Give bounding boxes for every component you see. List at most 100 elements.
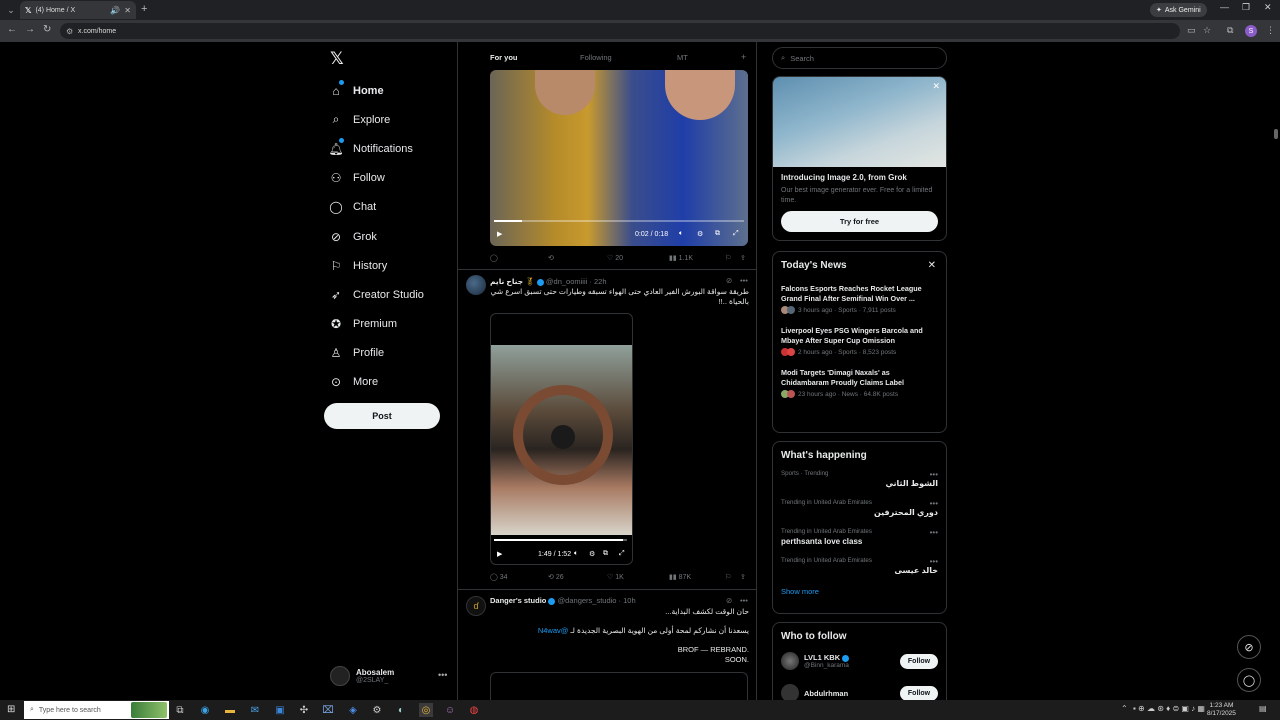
nav-history[interactable]: ⚐ History — [329, 251, 424, 280]
post-time[interactable]: 10h — [623, 596, 636, 605]
nav-more[interactable]: ⊙ More — [329, 368, 424, 397]
x-logo-icon[interactable]: 𝕏 — [330, 49, 344, 69]
play-icon[interactable]: ▶ — [497, 230, 502, 238]
author-handle[interactable]: @dangers_studio — [558, 596, 617, 605]
file-explorer-icon[interactable]: ▬ — [223, 703, 237, 717]
author-name[interactable]: جناح نايم — [490, 277, 523, 286]
site-info-icon[interactable]: ⚙ — [66, 27, 73, 36]
task-view-icon[interactable]: ⧉ — [173, 703, 187, 717]
trend-item[interactable]: Trending in United Arab Emirates دوري ال… — [781, 499, 938, 517]
discord-icon[interactable]: ☺ — [443, 703, 457, 717]
share-icon[interactable]: ⇪ — [740, 254, 746, 262]
back-icon[interactable]: ← — [7, 24, 17, 35]
author-handle[interactable]: @dn_oomiiii — [546, 277, 587, 286]
store-icon[interactable]: ▣ — [273, 703, 287, 717]
grok-icon[interactable]: ⊘ — [726, 276, 732, 285]
fullscreen-icon[interactable]: ⤢ — [733, 230, 739, 238]
close-icon[interactable]: ✕ — [932, 81, 940, 92]
grok-icon[interactable]: ⊘ — [726, 596, 732, 605]
browser-profile-avatar[interactable]: S — [1245, 25, 1257, 37]
taskbar-clock[interactable]: 1:23 AM 8/17/2025 — [1207, 702, 1236, 718]
url-field[interactable]: ⚙ x.com/home — [60, 23, 1180, 39]
maximize-icon[interactable]: ❐ — [1242, 2, 1250, 13]
play-icon[interactable]: ▶ — [497, 550, 502, 558]
messages-floating-icon[interactable]: ◯ — [1237, 668, 1261, 692]
app-icon[interactable]: ◍ — [467, 703, 481, 717]
reply-icon[interactable]: ◯ 34 — [490, 573, 508, 581]
account-more-icon[interactable]: ••• — [438, 670, 447, 680]
share-icon[interactable]: ⇪ — [740, 573, 746, 581]
show-more-link[interactable]: Show more — [781, 587, 938, 596]
trend-item[interactable]: Sports · Trending الشوط الثاني ••• — [781, 470, 938, 488]
tab-search-icon[interactable]: ⌄ — [3, 3, 19, 17]
post-more-icon[interactable]: ••• — [740, 596, 748, 605]
tab-custom[interactable]: MT — [677, 53, 688, 62]
cast-icon[interactable]: ▭ — [1187, 25, 1196, 36]
reload-icon[interactable]: ↻ — [43, 24, 51, 35]
volume-icon[interactable]: 🔈︎ — [574, 550, 578, 558]
reply-icon[interactable]: ◯ — [490, 254, 498, 262]
more-icon[interactable]: ••• — [930, 557, 938, 566]
mention-link[interactable]: @N4wav — [538, 626, 569, 635]
bookmark-icon[interactable]: ⚐ — [725, 254, 731, 262]
volume-icon[interactable]: 🔈︎ — [679, 230, 683, 238]
edge-icon[interactable]: ◉ — [198, 703, 212, 717]
more-icon[interactable]: ••• — [930, 499, 938, 508]
follow-suggestion[interactable]: Abdulrhman Follow — [781, 677, 938, 700]
settings-icon[interactable]: ⚙ — [589, 550, 595, 558]
avatar[interactable]: ɗ — [466, 596, 486, 616]
news-item[interactable]: Falcons Esports Reaches Rocket League Gr… — [781, 284, 938, 314]
like-icon[interactable]: ♡ 1K — [607, 573, 624, 581]
more-icon[interactable]: ••• — [930, 470, 938, 479]
nav-notifications[interactable]: 🔔︎ Notifications — [328, 134, 424, 163]
nav-chat[interactable]: ◯ Chat — [329, 193, 424, 222]
more-icon[interactable]: ••• — [930, 528, 938, 537]
app-icon[interactable]: ✣ — [297, 703, 311, 717]
post-time[interactable]: 22h — [594, 277, 607, 286]
search-input[interactable]: ⌕ Search — [772, 47, 947, 69]
taskbar-search-input[interactable]: ⌕ Type here to search — [24, 701, 169, 719]
bookmark-star-icon[interactable]: ☆ — [1203, 25, 1211, 36]
pip-icon[interactable]: ⧉ — [715, 230, 720, 238]
nav-explore[interactable]: ⌕ Explore — [329, 105, 424, 134]
bookmark-icon[interactable]: ⚐ — [725, 573, 731, 581]
settings-icon[interactable]: ⚙ — [370, 703, 384, 717]
app-icon[interactable]: ◈ — [346, 703, 360, 717]
steam-icon[interactable]: ◐ — [394, 703, 408, 717]
nav-creator-studio[interactable]: ➶ Creator Studio — [329, 280, 424, 309]
like-icon[interactable]: ♡ 20 — [607, 254, 623, 262]
avatar[interactable] — [466, 275, 486, 295]
repost-icon[interactable]: ⟲ — [548, 254, 554, 262]
trend-item[interactable]: Trending in United Arab Emirates خالد عي… — [781, 557, 938, 575]
nav-home[interactable]: ⌂ Home — [329, 76, 424, 105]
ask-gemini-button[interactable]: ✦ Ask Gemini — [1150, 3, 1207, 17]
news-item[interactable]: Liverpool Eyes PSG Wingers Barcola and M… — [781, 326, 938, 356]
pip-icon[interactable]: ⧉ — [603, 550, 608, 558]
tab-close-icon[interactable]: ✕ — [124, 6, 131, 15]
windows-start-icon[interactable]: ⊞ — [7, 704, 15, 715]
notification-center-icon[interactable]: ▤ — [1259, 704, 1267, 713]
speaker-icon[interactable]: 🔊 — [110, 6, 120, 15]
forward-icon[interactable]: → — [25, 24, 35, 35]
nav-premium[interactable]: ✪ Premium — [329, 310, 424, 339]
tab-following[interactable]: Following — [580, 53, 612, 62]
extensions-icon[interactable]: ⧉ — [1227, 25, 1233, 36]
trend-item[interactable]: Trending in United Arab Emirates perthsa… — [781, 528, 938, 546]
minimize-icon[interactable]: — — [1220, 2, 1229, 12]
post-more-icon[interactable]: ••• — [740, 276, 748, 285]
news-item[interactable]: Modi Targets 'Dimagi Naxals' as Chidamba… — [781, 368, 938, 398]
nav-grok[interactable]: ⊘ Grok — [329, 222, 424, 251]
video-progress-bar[interactable] — [494, 220, 744, 222]
nav-profile[interactable]: ♙ Profile — [329, 339, 424, 368]
close-icon[interactable]: ✕ — [928, 260, 936, 271]
video-player[interactable] — [490, 313, 633, 565]
mail-icon[interactable]: ✉ — [248, 703, 262, 717]
page-scrollbar[interactable] — [1273, 44, 1278, 700]
tray-icons[interactable]: ▪ ⊕ ☁ ⊛ ♦ ⊜ ▣ ♪ ▦ — [1133, 704, 1205, 713]
terminal-icon[interactable]: ⌧ — [321, 703, 335, 717]
window-close-icon[interactable]: ✕ — [1264, 2, 1272, 13]
browser-tab[interactable]: 𝕏 (4) Home / X 🔊 ✕ — [20, 1, 136, 19]
scrollbar-thumb[interactable] — [1274, 129, 1278, 139]
tray-chevron-icon[interactable]: ⌃ — [1121, 704, 1128, 713]
follow-button[interactable]: Follow — [900, 654, 938, 669]
